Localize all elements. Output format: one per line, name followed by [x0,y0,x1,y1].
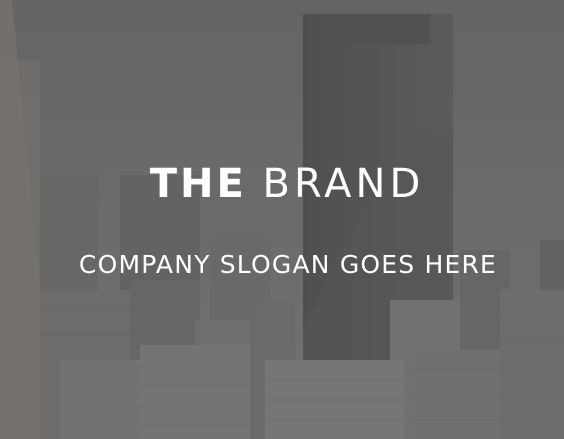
hero-section: THE BRAND COMPANY SLOGAN GOES HERE [0,0,564,439]
company-slogan: COMPANY SLOGAN GOES HERE [78,250,498,279]
brand-title: THE BRAND [0,154,564,214]
brand-title-light: BRAND [262,161,425,207]
brand-title-strong: THE [149,161,247,207]
dark-overlay [0,0,564,439]
